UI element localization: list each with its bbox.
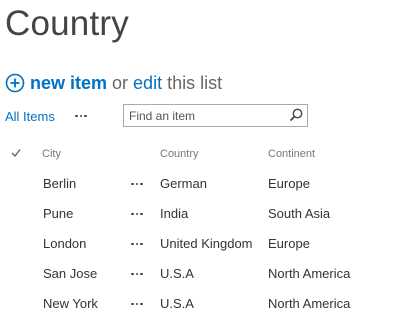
search-icon[interactable] [288,107,304,123]
continent-cell: North America [268,266,351,281]
ellipsis-icon[interactable] [128,207,146,221]
select-all-checkmark-icon[interactable] [10,147,22,159]
country-cell: United Kingdom [160,236,253,251]
table-header: City Country Continent [0,143,396,165]
country-cell: U.S.A [160,266,194,281]
country-cell: U.S.A [160,296,194,311]
table-row[interactable]: Berlin German Europe [0,168,396,198]
table-row[interactable]: San Jose U.S.A North America [0,258,396,288]
city-cell[interactable]: San Jose [43,266,97,281]
ellipsis-icon[interactable] [128,297,146,311]
continent-cell: South Asia [268,206,331,221]
country-cell: India [160,206,189,221]
table-body: Berlin German Europe Pune India South As… [0,168,396,318]
ellipsis-icon[interactable] [128,177,146,191]
column-header-continent[interactable]: Continent [268,148,315,160]
plus-circle-icon[interactable] [5,73,25,93]
table-row[interactable]: New York U.S.A North America [0,288,396,318]
or-text: or [112,72,129,93]
table-row[interactable]: London United Kingdom Europe [0,228,396,258]
column-header-country[interactable]: Country [160,148,199,160]
command-line: new item or edit this list [5,70,222,96]
new-item-link[interactable]: new item [30,73,107,94]
search-input[interactable] [129,105,279,126]
search-box [123,104,308,127]
ellipsis-icon[interactable] [72,104,90,128]
city-cell[interactable]: New York [43,296,98,311]
table-row[interactable]: Pune India South Asia [0,198,396,228]
page-title: Country [5,4,129,43]
city-cell[interactable]: Berlin [43,176,76,191]
city-cell[interactable]: London [43,236,86,251]
ellipsis-icon[interactable] [128,267,146,281]
ellipsis-icon[interactable] [128,237,146,251]
continent-cell: Europe [268,176,310,191]
view-selector: All Items [5,104,55,128]
continent-cell: North America [268,296,351,311]
all-items-view-link[interactable]: All Items [5,109,55,124]
this-list-text: this list [167,72,223,93]
continent-cell: Europe [268,236,310,251]
edit-link[interactable]: edit [133,73,162,94]
column-header-city[interactable]: City [42,148,61,160]
country-cell: German [160,176,207,191]
city-cell[interactable]: Pune [43,206,73,221]
